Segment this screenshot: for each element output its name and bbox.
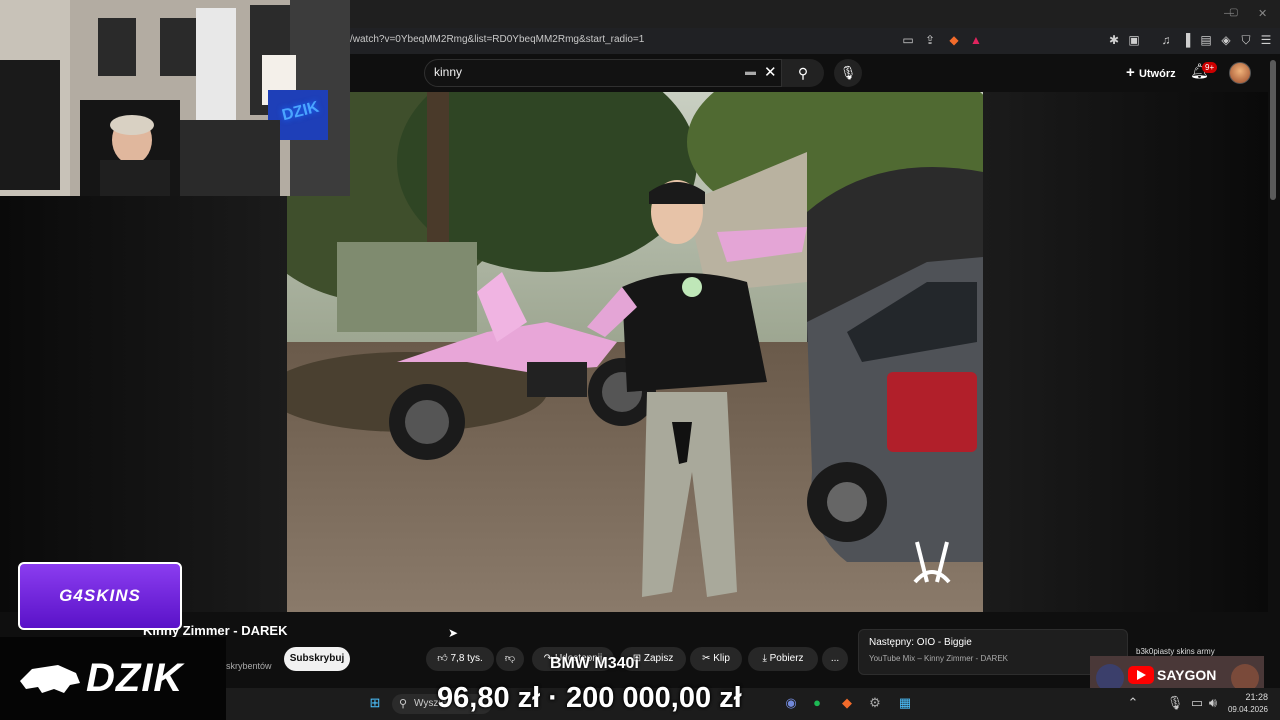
- menu-icon[interactable]: ☰: [1258, 33, 1274, 47]
- streamer-webcam: DZIK: [0, 0, 350, 196]
- subscribe-button[interactable]: Subskrybuj: [284, 647, 350, 671]
- scrolling-ticker: b3k0piasty skins army: [1136, 647, 1215, 656]
- extensions-icon[interactable]: ✱: [1106, 33, 1122, 47]
- more-actions-button[interactable]: ...: [822, 647, 848, 671]
- windows-taskbar: [226, 688, 1280, 720]
- dislike-button[interactable]: 👎︎: [496, 647, 524, 671]
- taskbar-time[interactable]: 21:28: [1228, 692, 1268, 702]
- clip-label: Klip: [713, 653, 730, 664]
- webcam-frame: [0, 0, 350, 196]
- share-icon[interactable]: ⇪: [922, 33, 938, 47]
- brave-shield-icon[interactable]: ◆: [946, 33, 962, 47]
- spotify-icon[interactable]: ●: [808, 694, 826, 712]
- settings-icon[interactable]: ⚙: [866, 694, 884, 712]
- create-button[interactable]: + Utwórz: [1118, 59, 1184, 87]
- like-button[interactable]: 👍︎ 7,8 tys.: [426, 647, 494, 671]
- thumb-down-icon: 👎︎: [504, 653, 516, 664]
- save-label: Zapisz: [643, 653, 674, 664]
- taskbar-search-icon: ⚲: [399, 698, 408, 710]
- scissors-icon: ✂: [702, 653, 711, 664]
- scrollbar[interactable]: [1270, 60, 1276, 200]
- tray-chevron-icon[interactable]: ⌃: [1124, 694, 1142, 712]
- mouse-cursor-icon: ➤: [448, 626, 459, 640]
- screenshot-icon[interactable]: ▣: [1126, 33, 1142, 47]
- wallet-icon[interactable]: ▤: [1198, 33, 1214, 47]
- thumb-up-icon: 👍︎: [437, 653, 448, 664]
- donation-goal-amount: 96,80 zł · 200 000,00 zł: [437, 682, 742, 714]
- download-button[interactable]: ⤓ Pobierz: [748, 647, 818, 671]
- notification-badge: 9+: [1202, 62, 1218, 73]
- keyboard-icon[interactable]: ▬: [745, 66, 756, 78]
- voice-search-button[interactable]: 🎙: [834, 59, 862, 87]
- download-label: Pobierz: [769, 653, 804, 664]
- close-window-button[interactable]: ✕: [1258, 7, 1267, 20]
- start-icon[interactable]: ⊞: [366, 694, 384, 712]
- brave-icon[interactable]: ◈: [1218, 33, 1234, 47]
- search-query: kinny: [434, 65, 463, 79]
- discord-icon[interactable]: ◉: [782, 694, 800, 712]
- video-frame: [287, 92, 983, 612]
- search-input[interactable]: [424, 59, 782, 87]
- vpn-icon[interactable]: ⛉: [1238, 33, 1254, 48]
- volume-icon[interactable]: 🔊︎: [1204, 694, 1222, 712]
- mic-icon: 🎙: [839, 65, 857, 80]
- url-field[interactable]: /watch?v=0YbeqMM2Rmg&list=RD0YbeqMM2Rmg&…: [350, 34, 644, 45]
- clip-button[interactable]: ✂ Klip: [690, 647, 742, 671]
- up-next-card[interactable]: [858, 629, 1128, 675]
- app-icon[interactable]: ▦: [896, 694, 914, 712]
- brave-rewards-icon[interactable]: ▲: [968, 33, 984, 47]
- search-icon: ⚲: [797, 65, 809, 81]
- maximize-button[interactable]: ▢: [1229, 7, 1238, 18]
- sidebar-icon[interactable]: ▐: [1178, 33, 1194, 47]
- up-next-title: Następny: OIO - Biggie: [869, 637, 972, 648]
- search-button[interactable]: ⚲: [782, 59, 824, 87]
- brave-taskbar-icon[interactable]: ◆: [838, 694, 856, 712]
- download-icon: ⤓: [762, 653, 767, 664]
- clear-search-icon[interactable]: ✕: [764, 63, 777, 81]
- tray-mic-icon[interactable]: 🎙: [1166, 694, 1184, 712]
- subscriber-count: skrybentów: [226, 661, 272, 671]
- plus-icon: +: [1126, 64, 1139, 81]
- music-icon[interactable]: ♫: [1158, 33, 1174, 47]
- saygon-label: SAYGON: [1157, 667, 1217, 683]
- boar-icon: [20, 665, 80, 693]
- ambient-right: [983, 92, 1268, 612]
- install-icon[interactable]: ▭: [900, 33, 916, 47]
- up-next-subtitle: YouTube Mix – Kinny Zimmer - DAREK: [869, 654, 1009, 663]
- avatar[interactable]: [1229, 62, 1251, 84]
- video-player[interactable]: [287, 92, 983, 612]
- bmw-goal-label: BMW M340i: [550, 655, 639, 672]
- g4skins-logo: G4SKINS: [18, 562, 182, 630]
- dzik-logo-text: DZIK: [86, 656, 184, 700]
- like-count: 7,8 tys.: [450, 653, 483, 664]
- taskbar-date[interactable]: 09.04.2026: [1222, 705, 1268, 714]
- create-label: Utwórz: [1138, 68, 1176, 80]
